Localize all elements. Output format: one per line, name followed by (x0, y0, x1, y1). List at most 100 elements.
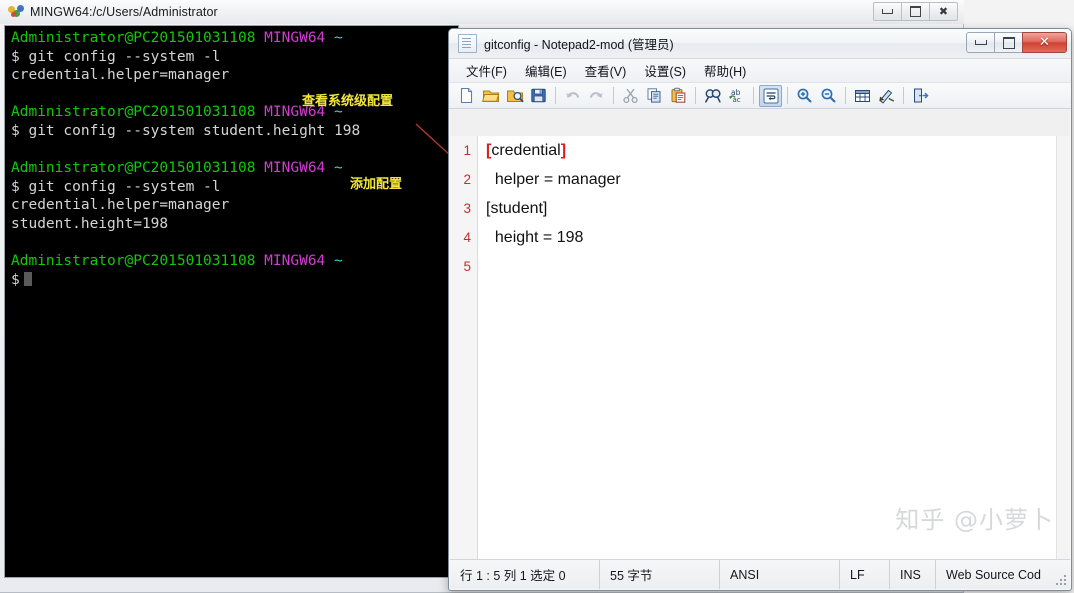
exit-icon (912, 87, 929, 104)
open-file-button[interactable] (479, 85, 502, 107)
zoom-out-button[interactable] (817, 85, 840, 107)
cut-button[interactable] (619, 85, 642, 107)
line-number: 1 (463, 143, 471, 158)
toolbar-separator (787, 87, 788, 104)
terminal-text-segment: $ git config --system -l (11, 178, 221, 195)
copy-icon (646, 87, 663, 104)
scheme-button[interactable] (875, 85, 898, 107)
terminal-line: credential.helper=manager (11, 196, 458, 215)
undo-icon (564, 87, 581, 104)
terminal-text-segment: ~ (334, 253, 343, 270)
line-number: 4 (463, 230, 471, 245)
section-bracket-close: ] (560, 142, 567, 159)
resize-grip-icon[interactable] (1055, 574, 1067, 586)
status-insert-mode[interactable]: INS (890, 560, 936, 589)
menu-file[interactable]: 文件(F) (457, 58, 516, 83)
line-number-gutter: 1 2 3 4 5 (450, 136, 478, 559)
terminal-text-segment: Administrator@PC201501031108 (11, 253, 256, 270)
close-icon: ✖ (938, 5, 949, 18)
toolbar-separator (695, 87, 696, 104)
mingw-close-button[interactable]: ✖ (929, 2, 958, 21)
undo-button[interactable] (561, 85, 584, 107)
terminal-text-segment: $ git config --system -l (11, 48, 221, 65)
terminal-text-segment: $ (11, 271, 20, 288)
terminal-line: student.height=198 (11, 215, 458, 234)
terminal-text-segment: $ git config --system student.height 198 (11, 122, 361, 139)
editor-line: helper = manager (486, 171, 621, 188)
notepad2-titlebar[interactable]: gitconfig - Notepad2-mod (管理员) ✕ (449, 29, 1071, 59)
find-icon (704, 87, 722, 104)
toolbar-separator (903, 87, 904, 104)
maximize-icon (1002, 36, 1015, 49)
new-file-button[interactable] (455, 85, 478, 107)
zoom-in-button[interactable] (793, 85, 816, 107)
toolbar-separator (613, 87, 614, 104)
terminal-text-segment: Administrator@PC201501031108 (11, 160, 256, 177)
find-button[interactable] (701, 85, 724, 107)
minimize-icon (974, 40, 987, 45)
exit-button[interactable] (909, 85, 932, 107)
mingw64-titlebar[interactable]: MINGW64:/c/Users/Administrator ✖ (0, 0, 964, 24)
terminal-text-segment: ~ (334, 30, 343, 46)
status-lexer-scheme[interactable]: Web Source Cod (936, 560, 1070, 589)
terminal-text-segment: MINGW64 (264, 160, 326, 177)
redo-button[interactable] (585, 85, 608, 107)
replace-button[interactable]: ab ac (725, 85, 748, 107)
notepad2-maximize-button[interactable] (994, 32, 1023, 53)
status-line-ending[interactable]: LF (840, 560, 890, 589)
terminal-console-area[interactable]: Administrator@PC201501031108 MINGW64 ~ $ … (4, 25, 459, 578)
terminal-cursor (23, 271, 32, 286)
paste-button[interactable] (667, 85, 690, 107)
close-icon: ✕ (1039, 35, 1050, 50)
editor-line: [student] (486, 200, 548, 217)
notepad2-window-controls: ✕ (966, 32, 1067, 53)
menu-view[interactable]: 查看(V) (576, 58, 636, 83)
save-button[interactable] (527, 85, 550, 107)
maximize-icon (910, 6, 921, 17)
menu-help[interactable]: 帮助(H) (695, 58, 755, 83)
section-name: credential (491, 142, 561, 159)
editor-vertical-scrollbar[interactable] (1056, 136, 1070, 559)
save-icon (530, 87, 547, 104)
zhihu-watermark: 知乎 @小萝卜 (895, 506, 1054, 534)
mingw64-window-title: MINGW64:/c/Users/Administrator (30, 5, 218, 19)
notepad2-close-button[interactable]: ✕ (1022, 32, 1067, 53)
mingw-maximize-button[interactable] (901, 2, 930, 21)
annotation-view-system-config: 查看系统级配置 (302, 94, 394, 109)
status-byte-count: 55 字节 (600, 560, 720, 589)
word-wrap-button[interactable] (759, 84, 782, 107)
show-whitespace-button[interactable] (851, 85, 874, 107)
menu-edit[interactable]: 编辑(E) (516, 58, 576, 83)
mingw-minimize-button[interactable] (873, 2, 902, 21)
replace-icon: ab ac (728, 87, 746, 104)
browse-file-button[interactable] (503, 85, 526, 107)
terminal-output: Administrator@PC201501031108 MINGW64 ~ $ … (11, 29, 458, 289)
terminal-text-segment: credential.helper=manager (11, 197, 230, 214)
line-number: 2 (463, 172, 471, 187)
terminal-line: $ git config --system student.height 198 (11, 122, 458, 141)
editor-text-content[interactable]: [credential] helper = manager [student] h… (486, 136, 1056, 281)
notepad2-editor-area[interactable]: 1 2 3 4 5 [credential] helper = manager [stud… (450, 136, 1070, 559)
status-encoding[interactable]: ANSI (720, 560, 840, 589)
mingw64-window-controls: ✖ (873, 2, 958, 21)
menu-settings[interactable]: 设置(S) (635, 58, 695, 83)
editor-line: height = 198 (486, 229, 584, 246)
notepad2-minimize-button[interactable] (966, 32, 995, 53)
svg-text:ac: ac (732, 96, 740, 104)
copy-button[interactable] (643, 85, 666, 107)
redo-icon (588, 87, 605, 104)
terminal-text-segment: ~ (334, 160, 343, 177)
terminal-text-segment: MINGW64 (264, 30, 326, 46)
word-wrap-icon (763, 88, 779, 104)
terminal-line: credential.helper=manager (11, 66, 458, 85)
notepad2-window: gitconfig - Notepad2-mod (管理员) ✕ 文件(F) 编辑… (448, 28, 1072, 591)
toolbar-separator (753, 87, 754, 104)
notepad2-menubar: 文件(F) 编辑(E) 查看(V) 设置(S) 帮助(H) (449, 59, 1071, 83)
terminal-text-segment: MINGW64 (264, 253, 326, 270)
